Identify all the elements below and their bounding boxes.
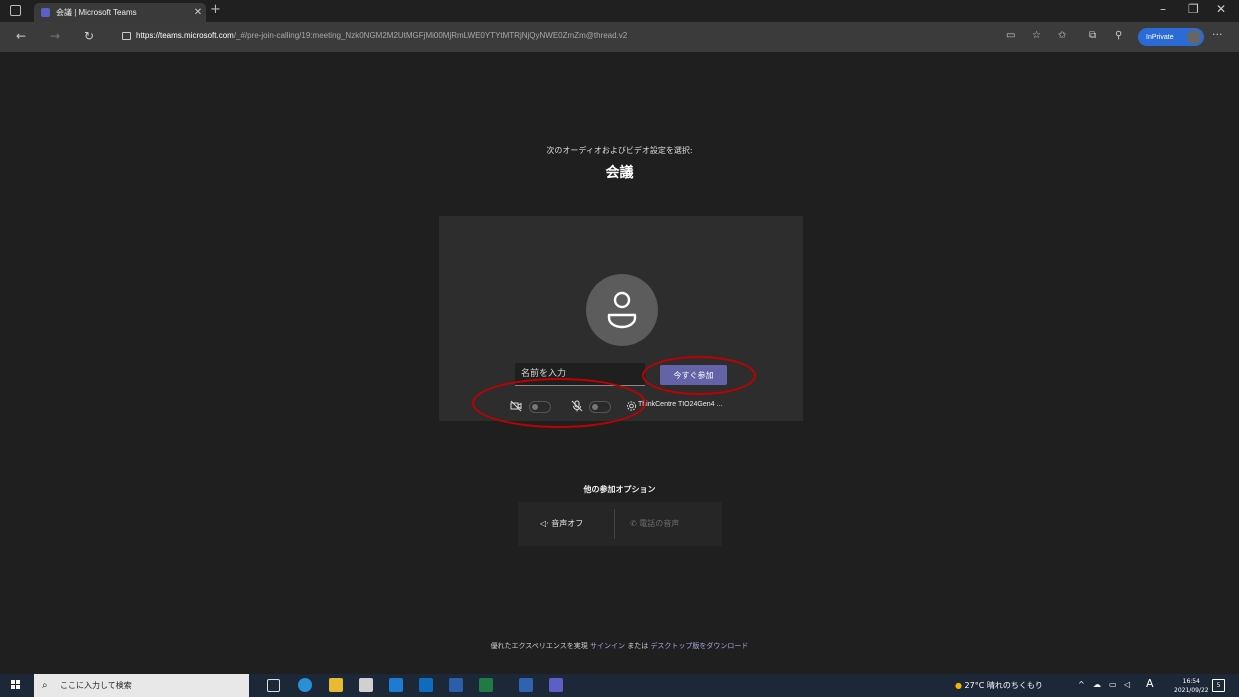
device-name[interactable]: ThinkCentre TIO24Gen4 ... bbox=[638, 401, 722, 408]
windows-start-icon[interactable] bbox=[11, 680, 21, 690]
desktop-download-link[interactable]: デスクトップ版をダウンロード bbox=[650, 642, 748, 650]
profile-avatar-icon bbox=[1187, 30, 1201, 44]
tray-chevron-icon[interactable]: ^ bbox=[1078, 680, 1085, 689]
ime-indicator[interactable]: A bbox=[1146, 677, 1154, 690]
sway-icon[interactable] bbox=[519, 678, 533, 692]
excel-icon[interactable] bbox=[479, 678, 493, 692]
lock-icon bbox=[122, 32, 131, 40]
back-icon[interactable]: ← bbox=[16, 29, 26, 43]
task-view-icon[interactable] bbox=[267, 679, 280, 692]
url-field[interactable]: https://teams.microsoft.com/_#/pre-join-… bbox=[136, 27, 1021, 45]
join-button-annotation bbox=[642, 356, 756, 395]
tab-bar: 会議 | Microsoft Teams ✕ + – ❐ ✕ bbox=[0, 0, 1239, 22]
person-icon bbox=[607, 291, 637, 329]
taskbar: ⌕ ここに入力して検索 ● 27°C 晴れのちくもり ^ ☁ ▭ ◁ A 16:… bbox=[0, 674, 1239, 697]
clock[interactable]: 16:54 2021/09/22 bbox=[1174, 677, 1209, 695]
weather-sun-icon: ● bbox=[955, 681, 962, 690]
other-options-heading: 他の参加オプション bbox=[583, 485, 656, 494]
network-icon[interactable]: ▭ bbox=[1109, 680, 1117, 689]
address-bar-row: ← → ↻ https://teams.microsoft.com/_#/pre… bbox=[0, 22, 1239, 52]
more-menu-icon[interactable]: ··· bbox=[1212, 28, 1223, 41]
footer-text: 優れたエクスペリエンスを実現 サインイン または デスクトップ版をダウンロード bbox=[490, 642, 749, 650]
signin-link[interactable]: サインイン bbox=[590, 642, 625, 650]
settings-prompt: 次のオーディオおよびビデオ設定を選択: bbox=[546, 146, 693, 155]
speaker-off-icon: ◁· bbox=[540, 519, 552, 528]
tab-actions-icon[interactable] bbox=[10, 5, 21, 16]
close-window-icon[interactable]: ✕ bbox=[1216, 2, 1226, 16]
refresh-icon[interactable]: ↻ bbox=[84, 29, 94, 43]
volume-icon[interactable]: ◁ bbox=[1124, 680, 1130, 689]
meeting-title: 会議 bbox=[605, 165, 634, 181]
inprivate-button[interactable]: InPrivate bbox=[1138, 28, 1204, 46]
options-divider bbox=[614, 509, 615, 539]
taskbar-search[interactable]: ⌕ ここに入力して検索 bbox=[34, 674, 249, 697]
immersive-reader-icon[interactable]: ▭ bbox=[1006, 30, 1015, 41]
teams-icon[interactable] bbox=[549, 678, 563, 692]
tab-title: 会議 | Microsoft Teams bbox=[56, 8, 137, 17]
maximize-icon[interactable]: ❐ bbox=[1188, 2, 1199, 16]
mail-icon[interactable] bbox=[389, 678, 403, 692]
outlook-icon[interactable] bbox=[419, 678, 433, 692]
extensions-icon[interactable]: ⚲ bbox=[1115, 30, 1122, 41]
teams-favicon-icon bbox=[41, 8, 50, 17]
favorite-star-icon[interactable]: ☆ bbox=[1032, 30, 1041, 41]
user-avatar bbox=[586, 274, 658, 346]
file-explorer-icon[interactable] bbox=[329, 678, 343, 692]
weather-widget[interactable]: ● 27°C 晴れのちくもり bbox=[955, 680, 1043, 691]
toggles-annotation bbox=[472, 378, 646, 428]
phone-icon: ✆ bbox=[630, 519, 640, 528]
favorites-icon[interactable]: ✩ bbox=[1058, 30, 1066, 41]
minimize-icon[interactable]: – bbox=[1160, 2, 1166, 16]
edge-icon[interactable] bbox=[298, 678, 312, 692]
new-tab-icon[interactable]: + bbox=[210, 2, 221, 17]
phone-audio-option: ✆ 電話の音声 bbox=[630, 519, 680, 528]
notification-icon[interactable]: 5 bbox=[1212, 679, 1225, 692]
collections-icon[interactable]: ⧉ bbox=[1089, 30, 1096, 41]
search-icon: ⌕ bbox=[42, 680, 48, 691]
audio-off-option[interactable]: ◁· 音声オフ bbox=[540, 518, 583, 529]
store-icon[interactable] bbox=[359, 678, 373, 692]
word-icon[interactable] bbox=[449, 678, 463, 692]
forward-icon: → bbox=[50, 29, 61, 43]
onedrive-icon[interactable]: ☁ bbox=[1093, 680, 1101, 689]
close-tab-icon[interactable]: ✕ bbox=[190, 7, 206, 18]
browser-tab[interactable]: 会議 | Microsoft Teams ✕ bbox=[34, 3, 206, 22]
